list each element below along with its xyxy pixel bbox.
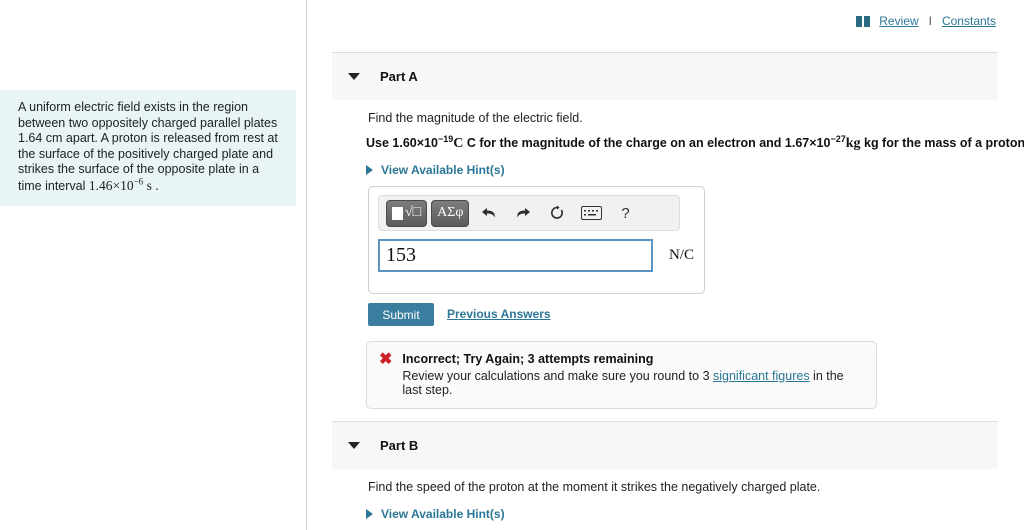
part-a-hint-toggle[interactable]: View Available Hint(s) <box>366 163 505 177</box>
feedback-content: Incorrect; Try Again; 3 attempts remaini… <box>402 352 864 397</box>
filled-square-icon <box>392 206 403 220</box>
answer-entry-container: √□ ΑΣφ ? 153 N/C <box>368 186 705 294</box>
math-toolbar: √□ ΑΣφ ? <box>378 195 680 231</box>
part-b-title: Part B <box>380 438 419 453</box>
problem-time-value: 1.46×10−6 s . <box>88 176 159 193</box>
feedback-title: Incorrect; Try Again; 3 attempts remaini… <box>402 352 654 366</box>
answer-unit-label: N/C <box>669 247 695 263</box>
problem-sidebar: A uniform electric field exists in the r… <box>0 0 307 530</box>
part-a-header[interactable]: Part A <box>332 52 998 100</box>
chevron-down-icon[interactable] <box>348 73 360 80</box>
feedback-body-before: Review your calculations and make sure y… <box>402 369 713 383</box>
redo-arrow-icon[interactable] <box>509 200 537 226</box>
error-cross-icon: ✖ <box>379 351 393 368</box>
answer-input[interactable] <box>378 239 653 272</box>
part-a-question: Find the magnitude of the electric field… <box>368 111 583 125</box>
instruction-exponent-2: −27 <box>830 133 846 144</box>
radical-icon: √□ <box>405 205 422 220</box>
instruction-segment-2: C for the magnitude of the charge on an … <box>463 136 831 150</box>
problem-statement: A uniform electric field exists in the r… <box>0 90 296 206</box>
part-b-hint-toggle[interactable]: View Available Hint(s) <box>366 507 505 521</box>
keyboard-icon[interactable] <box>577 200 605 226</box>
chevron-down-icon[interactable] <box>348 442 360 449</box>
part-b-hint-label: View Available Hint(s) <box>381 507 505 521</box>
feedback-body: Review your calculations and make sure y… <box>402 369 864 397</box>
instruction-unit-coulomb: C <box>453 136 464 151</box>
page-root: A uniform electric field exists in the r… <box>0 0 1024 530</box>
problem-time-unit: s . <box>143 177 159 193</box>
undo-arrow-icon[interactable] <box>475 200 503 226</box>
assignment-panel: Review I Constants Part A Find the magni… <box>308 0 1024 530</box>
problem-time-mantissa: 1.46×10 <box>88 177 134 193</box>
part-b-question: Find the speed of the proton at the mome… <box>368 480 821 494</box>
feedback-banner: ✖ Incorrect; Try Again; 3 attempts remai… <box>366 341 877 409</box>
instruction-segment-3: kg for the mass of a proton. <box>860 136 1024 150</box>
help-button[interactable]: ? <box>611 200 639 226</box>
reset-circular-arrow-icon[interactable] <box>543 200 571 226</box>
instruction-exponent-1: −19 <box>437 133 454 144</box>
template-math-button[interactable]: √□ <box>386 199 428 227</box>
book-icon <box>856 15 871 27</box>
review-link[interactable]: Review <box>879 14 918 28</box>
part-b-header[interactable]: Part B <box>332 421 998 469</box>
chevron-right-icon <box>366 509 373 519</box>
constants-link[interactable]: Constants <box>942 14 996 28</box>
resource-links: Review I Constants <box>856 14 996 28</box>
submit-button[interactable]: Submit <box>368 303 434 326</box>
problem-time-exponent: −6 <box>133 176 144 186</box>
part-a-title: Part A <box>380 69 418 84</box>
link-separator: I <box>928 14 932 28</box>
greek-symbols-button[interactable]: ΑΣφ <box>431 199 470 227</box>
previous-answers-link[interactable]: Previous Answers <box>447 307 551 321</box>
chevron-right-icon <box>366 165 373 175</box>
instruction-segment-1: Use 1.60×10 <box>366 136 438 150</box>
part-a-hint-label: View Available Hint(s) <box>381 163 505 177</box>
instruction-unit-kilogram: kg <box>845 136 861 151</box>
greek-letters-label: ΑΣφ <box>437 205 464 220</box>
significant-figures-link[interactable]: significant figures <box>713 369 810 383</box>
part-a-instruction: Use 1.60×10−19C C for the magnitude of t… <box>366 133 1024 152</box>
